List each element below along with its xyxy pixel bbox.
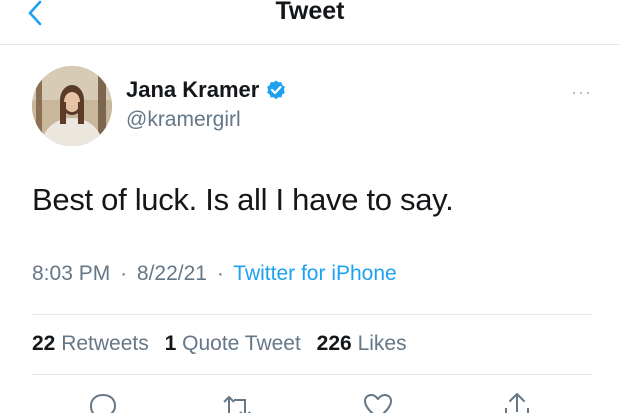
- tweet-source-link[interactable]: Twitter for iPhone: [233, 262, 396, 285]
- tweet-date[interactable]: 8/22/21: [137, 262, 207, 285]
- divider: [32, 314, 592, 315]
- share-icon: [505, 393, 529, 413]
- author-name-row[interactable]: Jana Kramer: [126, 76, 287, 104]
- verified-badge-icon: [265, 79, 287, 101]
- header-bar: Tweet: [0, 0, 620, 45]
- page-title: Tweet: [275, 0, 345, 25]
- retweets-count: 22: [32, 332, 56, 355]
- likes-count: 226: [316, 332, 352, 355]
- author-display-name[interactable]: Jana Kramer: [126, 77, 259, 103]
- likes-stat[interactable]: 226 Likes: [317, 332, 407, 355]
- retweet-button[interactable]: [220, 390, 254, 413]
- retweets-stat[interactable]: 22 Retweets: [32, 332, 149, 355]
- like-icon: [364, 394, 392, 413]
- author-handle[interactable]: @kramergirl: [126, 108, 241, 132]
- reply-button[interactable]: [86, 390, 120, 413]
- meta-separator: ·: [216, 262, 224, 285]
- quote-tweets-stat[interactable]: 1 Quote Tweet: [165, 332, 301, 355]
- tweet-meta: 8:03 PM · 8/22/21 · Twitter for iPhone: [32, 262, 397, 286]
- likes-label: Likes: [357, 332, 407, 355]
- tweet-text: Best of luck. Is all I have to say.: [32, 182, 454, 217]
- avatar[interactable]: [32, 66, 112, 146]
- reply-icon: [89, 393, 117, 413]
- meta-separator: ·: [120, 262, 128, 285]
- tweet-actions: [0, 384, 620, 413]
- retweet-icon: [223, 396, 251, 413]
- avatar-image: [32, 66, 112, 146]
- more-options-button[interactable]: ···: [571, 82, 592, 103]
- retweets-label: Retweets: [61, 332, 149, 355]
- tweet-time[interactable]: 8:03 PM: [32, 262, 110, 285]
- quote-tweets-label: Quote Tweet: [182, 332, 301, 355]
- quote-tweets-count: 1: [164, 332, 177, 355]
- share-button[interactable]: [500, 390, 534, 413]
- tweet-detail: Jana Kramer @kramergirl ··· Best of luck…: [0, 46, 620, 413]
- like-button[interactable]: [361, 390, 395, 413]
- divider: [32, 374, 592, 375]
- engagement-stats: 22 Retweets 1 Quote Tweet 226 Likes: [32, 332, 417, 356]
